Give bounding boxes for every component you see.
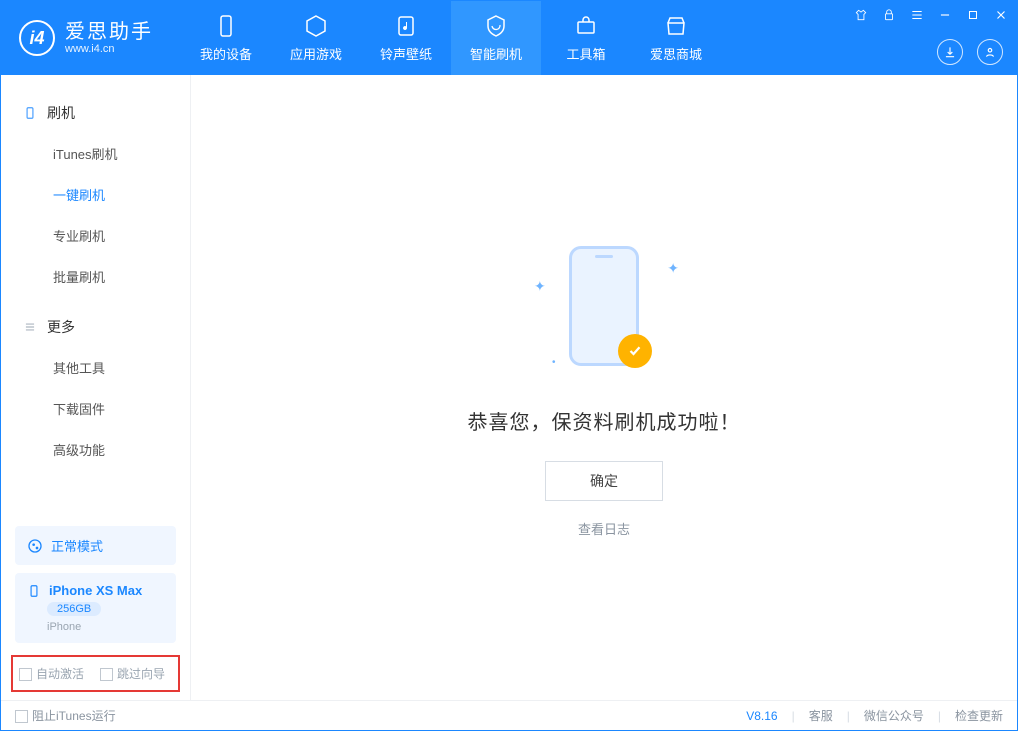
- titlebar-right-actions: [937, 39, 1003, 65]
- nav-label: 爱思商城: [650, 44, 702, 63]
- phone-icon: [214, 14, 238, 38]
- device-storage: 256GB: [47, 602, 101, 616]
- mode-icon: [27, 538, 43, 554]
- sparkle-icon: ✦: [534, 278, 546, 295]
- close-button[interactable]: [993, 7, 1009, 23]
- nav-my-device[interactable]: 我的设备: [181, 1, 271, 75]
- view-log-link[interactable]: 查看日志: [578, 519, 630, 538]
- version-label: V8.16: [746, 709, 777, 723]
- account-button[interactable]: [977, 39, 1003, 65]
- device-panel[interactable]: iPhone XS Max 256GB iPhone: [15, 573, 176, 643]
- nav-apps-games[interactable]: 应用游戏: [271, 1, 361, 75]
- mode-panel[interactable]: 正常模式: [15, 526, 176, 565]
- sparkle-icon: ✦: [667, 260, 679, 277]
- support-link[interactable]: 客服: [809, 707, 833, 724]
- sidebar-item-batch-flash[interactable]: 批量刷机: [1, 256, 190, 297]
- app-title: 爱思助手: [65, 21, 153, 43]
- store-icon: [664, 14, 688, 38]
- statusbar: 阻止iTunes运行 V8.16 | 客服 | 微信公众号 | 检查更新: [1, 700, 1017, 730]
- music-note-icon: [394, 14, 418, 38]
- menu-icon[interactable]: [909, 7, 925, 23]
- list-icon: [23, 320, 37, 334]
- device-name: iPhone XS Max: [49, 583, 142, 598]
- sidebar-group-label: 刷机: [47, 103, 75, 123]
- flash-options-row: 自动激活 跳过向导: [11, 655, 180, 692]
- nav-label: 铃声壁纸: [380, 44, 432, 63]
- success-illustration: ✦ ✦ •: [504, 238, 704, 378]
- titlebar: i4 爱思助手 www.i4.cn 我的设备 应用游戏 铃声壁纸 智能刷机 工具…: [1, 1, 1017, 75]
- wechat-link[interactable]: 微信公众号: [864, 707, 924, 724]
- sidebar-item-oneclick-flash[interactable]: 一键刷机: [1, 174, 190, 215]
- sidebar-group-more: 更多: [1, 307, 190, 347]
- shield-refresh-icon: [484, 14, 508, 38]
- download-button[interactable]: [937, 39, 963, 65]
- phone-outline-icon: [23, 106, 37, 120]
- app-subtitle: www.i4.cn: [65, 43, 153, 55]
- minimize-button[interactable]: [937, 7, 953, 23]
- toolbox-icon: [574, 14, 598, 38]
- ok-button[interactable]: 确定: [545, 461, 663, 501]
- check-update-link[interactable]: 检查更新: [955, 707, 1003, 724]
- nav-label: 应用游戏: [290, 44, 342, 63]
- cube-icon: [304, 14, 328, 38]
- auto-activate-checkbox[interactable]: 自动激活: [19, 665, 84, 682]
- mode-label: 正常模式: [51, 536, 103, 555]
- sidebar-group-flash: 刷机: [1, 93, 190, 133]
- maximize-button[interactable]: [965, 7, 981, 23]
- shirt-icon[interactable]: [853, 7, 869, 23]
- sidebar-group-label: 更多: [47, 317, 75, 337]
- window-controls: [853, 7, 1009, 23]
- block-itunes-checkbox[interactable]: 阻止iTunes运行: [15, 707, 116, 724]
- top-nav: 我的设备 应用游戏 铃声壁纸 智能刷机 工具箱 爱思商城: [181, 1, 721, 75]
- sidebar-item-download-firmware[interactable]: 下载固件: [1, 388, 190, 429]
- lock-icon[interactable]: [881, 7, 897, 23]
- skip-guide-checkbox[interactable]: 跳过向导: [100, 665, 165, 682]
- nav-ringtone-wallpaper[interactable]: 铃声壁纸: [361, 1, 451, 75]
- sidebar-item-itunes-flash[interactable]: iTunes刷机: [1, 133, 190, 174]
- sparkle-icon: •: [552, 357, 556, 368]
- main-content: ✦ ✦ • 恭喜您，保资料刷机成功啦！ 确定 查看日志: [191, 75, 1017, 700]
- device-type: iPhone: [47, 621, 164, 633]
- sidebar: 刷机 iTunes刷机 一键刷机 专业刷机 批量刷机 更多 其他工具 下载固件 …: [1, 75, 191, 700]
- success-message: 恭喜您，保资料刷机成功啦！: [468, 406, 741, 435]
- sidebar-item-advanced[interactable]: 高级功能: [1, 429, 190, 470]
- app-logo[interactable]: i4 爱思助手 www.i4.cn: [1, 20, 171, 56]
- nav-label: 智能刷机: [470, 44, 522, 63]
- nav-label: 工具箱: [566, 44, 605, 63]
- logo-icon: i4: [19, 20, 55, 56]
- nav-label: 我的设备: [200, 44, 252, 63]
- sidebar-item-other-tools[interactable]: 其他工具: [1, 347, 190, 388]
- check-badge-icon: [618, 334, 652, 368]
- nav-smart-flash[interactable]: 智能刷机: [451, 1, 541, 75]
- nav-store[interactable]: 爱思商城: [631, 1, 721, 75]
- device-icon: [27, 584, 41, 598]
- nav-toolbox[interactable]: 工具箱: [541, 1, 631, 75]
- sidebar-item-pro-flash[interactable]: 专业刷机: [1, 215, 190, 256]
